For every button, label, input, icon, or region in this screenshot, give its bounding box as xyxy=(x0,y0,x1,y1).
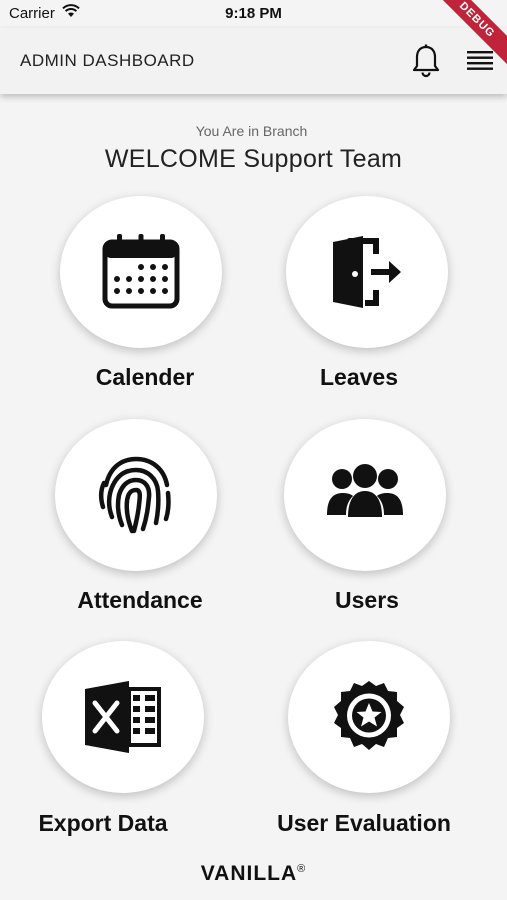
star-badge-icon xyxy=(334,681,404,750)
app-bar: ADMIN DASHBOARD xyxy=(0,28,507,94)
fingerprint-icon xyxy=(98,456,171,534)
brand-logo: VANILLA® xyxy=(0,862,507,886)
door-exit-icon xyxy=(333,236,401,308)
attendance-button[interactable] xyxy=(55,419,217,571)
calender-button[interactable] xyxy=(60,196,222,348)
branch-label: You Are in Branch xyxy=(195,123,308,139)
users-button[interactable] xyxy=(284,419,446,571)
registered-mark: ® xyxy=(297,863,307,875)
tile-label-export-data: Export Data xyxy=(38,810,168,836)
excel-icon xyxy=(85,681,161,753)
welcome-heading: WELCOME Support Team xyxy=(104,145,403,173)
users-group-icon xyxy=(327,464,403,517)
tile-label-attendance: Attendance xyxy=(77,587,203,613)
tile-label-user-evaluation: User Evaluation xyxy=(277,810,451,836)
brand-name: VANILLA xyxy=(200,862,298,885)
leaves-button[interactable] xyxy=(286,196,448,348)
user-evaluation-button[interactable] xyxy=(288,641,450,793)
bell-icon[interactable] xyxy=(411,44,441,78)
calendar-icon xyxy=(102,234,180,309)
app-title: ADMIN DASHBOARD xyxy=(20,51,195,70)
status-time: 9:18 PM xyxy=(225,5,282,22)
tile-label-users: Users xyxy=(335,587,399,613)
tile-label-calender: Calender xyxy=(95,364,195,390)
status-bar: Carrier 9:18 PM xyxy=(0,0,507,28)
tile-label-leaves: Leaves xyxy=(319,364,398,390)
export-data-button[interactable] xyxy=(42,641,204,793)
menu-icon[interactable] xyxy=(467,50,493,72)
